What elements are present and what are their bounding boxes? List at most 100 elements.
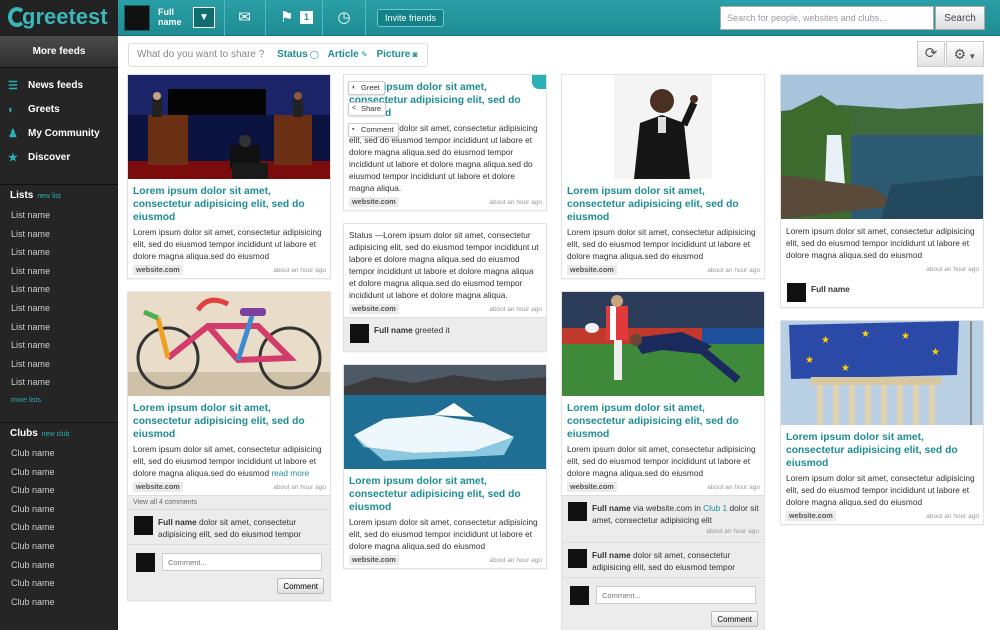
commenter-name[interactable]: Full name xyxy=(158,517,197,527)
feed-card[interactable]: Lorem ipsum dolor sit amet, consectetur … xyxy=(127,74,331,279)
settings-button[interactable]: ⚙ ▼ xyxy=(946,41,984,67)
card-title[interactable]: Lorem ipsum dolor sit amet, consectetur … xyxy=(562,179,764,226)
comment-action-button[interactable]: ▪ Comment xyxy=(348,123,399,137)
feed-card[interactable]: Lorem ipsum dolor sit amet, consectetur … xyxy=(780,74,984,308)
article-option[interactable]: Article xyxy=(328,49,359,60)
notifications-button[interactable]: ⚑ 1 xyxy=(265,0,321,36)
website-tag[interactable]: website.com xyxy=(133,482,183,492)
feed-card[interactable]: Lorem ipsum dolor sit amet, consectetur … xyxy=(343,74,547,211)
messages-button[interactable]: ✉ xyxy=(224,0,264,36)
feed-card[interactable]: Lorem ipsum dolor sit amet, consectetur … xyxy=(127,291,331,601)
sidebar-item-news-feeds[interactable]: ☰ News feeds xyxy=(0,74,118,98)
refresh-button[interactable]: ⟳ xyxy=(917,41,945,67)
club-item[interactable]: Club name xyxy=(0,500,118,519)
card-title[interactable]: Lorem ipsum dolor sit amet, consectetur … xyxy=(781,425,983,472)
club-item[interactable]: Club name xyxy=(0,444,118,463)
eu-flag-photo[interactable]: ★ ★ ★ ★ ★ ★ xyxy=(781,321,983,425)
sidebar-item-my-community[interactable]: ♟ My Community xyxy=(0,122,118,146)
card-title[interactable]: Lorem ipsum dolor sit amet, consectetur … xyxy=(344,469,546,516)
feed-card[interactable]: Status —Lorem ipsum dolor sit amet, cons… xyxy=(343,223,547,352)
greet-button[interactable]: ◐ Greet xyxy=(348,81,385,95)
actor-name[interactable]: Full name xyxy=(374,325,413,335)
timestamp: about an hour ago xyxy=(707,484,760,491)
website-tag[interactable]: website.com xyxy=(567,265,617,275)
feed-card[interactable]: Lorem ipsum dolor sit amet, consectetur … xyxy=(343,364,547,569)
waterfall-photo[interactable] xyxy=(781,75,983,219)
list-item[interactable]: List name xyxy=(0,280,118,299)
rugby-photo[interactable] xyxy=(562,292,764,396)
debate-photo[interactable] xyxy=(128,75,330,179)
card-title[interactable]: Lorem ipsum dolor sit amet, consectetur … xyxy=(128,179,330,226)
club-item[interactable]: Club name xyxy=(0,537,118,556)
search-button[interactable]: Search xyxy=(935,6,985,30)
list-item[interactable]: List name xyxy=(0,318,118,337)
website-tag[interactable]: website.com xyxy=(349,555,399,565)
user-name[interactable]: Full name xyxy=(158,7,190,27)
share-composer[interactable]: What do you want to share ? Status ◯ Art… xyxy=(128,43,428,67)
chevron-down-icon: ▼ xyxy=(966,52,977,61)
comment-button[interactable]: Comment xyxy=(711,611,758,627)
new-club-link[interactable]: new club xyxy=(42,431,70,438)
list-item[interactable]: List name xyxy=(0,336,118,355)
clubs-section-header: Clubs new club xyxy=(0,421,118,444)
feed-card[interactable]: Lorem ipsum dolor sit amet, consectetur … xyxy=(561,74,765,279)
list-item[interactable]: List name xyxy=(0,243,118,262)
comment-button[interactable]: Comment xyxy=(277,578,324,594)
club-item[interactable]: Club name xyxy=(0,463,118,482)
sidebar-item-greets[interactable]: ◐ Greets xyxy=(0,98,118,122)
list-item[interactable]: List name xyxy=(0,225,118,244)
avatar[interactable] xyxy=(568,502,587,521)
card-title[interactable]: Lorem ipsum dolor sit amet, consectetur … xyxy=(128,396,330,443)
club-item[interactable]: Club name xyxy=(0,593,118,612)
view-all-comments-link[interactable]: View all 4 comments xyxy=(128,495,330,509)
avatar[interactable] xyxy=(134,516,153,535)
list-item[interactable]: List name xyxy=(0,373,118,392)
website-tag[interactable]: website.com xyxy=(133,265,183,275)
more-lists-link[interactable]: more lists xyxy=(0,392,118,410)
comment-input[interactable] xyxy=(596,586,756,604)
actor-name[interactable]: Full name xyxy=(592,503,631,513)
greeted-text: greeted it xyxy=(415,325,450,335)
sidebar-item-discover[interactable]: ★ Discover xyxy=(0,146,118,170)
activity-button[interactable]: ◷ xyxy=(322,0,366,36)
iceberg-photo[interactable] xyxy=(344,365,546,469)
website-tag[interactable]: website.com xyxy=(567,482,617,492)
search-input[interactable] xyxy=(720,6,934,30)
avatar[interactable] xyxy=(787,283,806,302)
card-title[interactable]: Lorem ipsum dolor sit amet, consectetur … xyxy=(562,396,764,443)
feed-card[interactable]: Lorem ipsum dolor sit amet, consectetur … xyxy=(561,291,765,630)
club-item[interactable]: Club name xyxy=(0,481,118,500)
picture-option[interactable]: Picture xyxy=(376,49,410,60)
club-item[interactable]: Club name xyxy=(0,574,118,593)
website-tag[interactable]: website.com xyxy=(349,197,399,207)
status-option[interactable]: Status xyxy=(277,49,308,60)
list-item[interactable]: List name xyxy=(0,262,118,281)
club-item[interactable]: Club name xyxy=(0,518,118,537)
speaker-photo[interactable] xyxy=(562,75,764,179)
club-item[interactable]: Club name xyxy=(0,556,118,575)
commenter-name[interactable]: Full name xyxy=(592,550,631,560)
list-item[interactable]: List name xyxy=(0,355,118,374)
refresh-icon: ⟳ xyxy=(924,45,938,62)
bicycle-photo[interactable] xyxy=(128,292,330,396)
avatar[interactable] xyxy=(568,549,587,568)
new-list-link[interactable]: new list xyxy=(37,193,60,200)
list-item[interactable]: List name xyxy=(0,299,118,318)
avatar[interactable] xyxy=(124,5,150,31)
actor-name[interactable]: Full name xyxy=(811,284,850,294)
read-more-link[interactable]: read more xyxy=(271,468,309,478)
website-tag[interactable]: website.com xyxy=(786,511,836,521)
club-link[interactable]: Club 1 xyxy=(703,503,727,513)
feed-card[interactable]: ★ ★ ★ ★ ★ ★ Lorem ipsum dolor sit amet, … xyxy=(780,320,984,525)
status-text: Status —Lorem ipsum dolor sit amet, cons… xyxy=(349,230,539,300)
share-button[interactable]: < Share xyxy=(348,102,387,116)
user-menu-button[interactable]: ▼ xyxy=(193,7,215,28)
more-feeds-header[interactable]: More feeds xyxy=(0,36,118,68)
comment-input[interactable] xyxy=(162,553,322,571)
invite-friends-button[interactable]: Invite friends xyxy=(377,9,445,27)
logo[interactable]: greetest xyxy=(0,0,118,36)
website-tag[interactable]: website.com xyxy=(349,304,399,314)
avatar[interactable] xyxy=(350,324,369,343)
list-item[interactable]: List name xyxy=(0,206,118,225)
svg-text:★: ★ xyxy=(901,331,910,342)
